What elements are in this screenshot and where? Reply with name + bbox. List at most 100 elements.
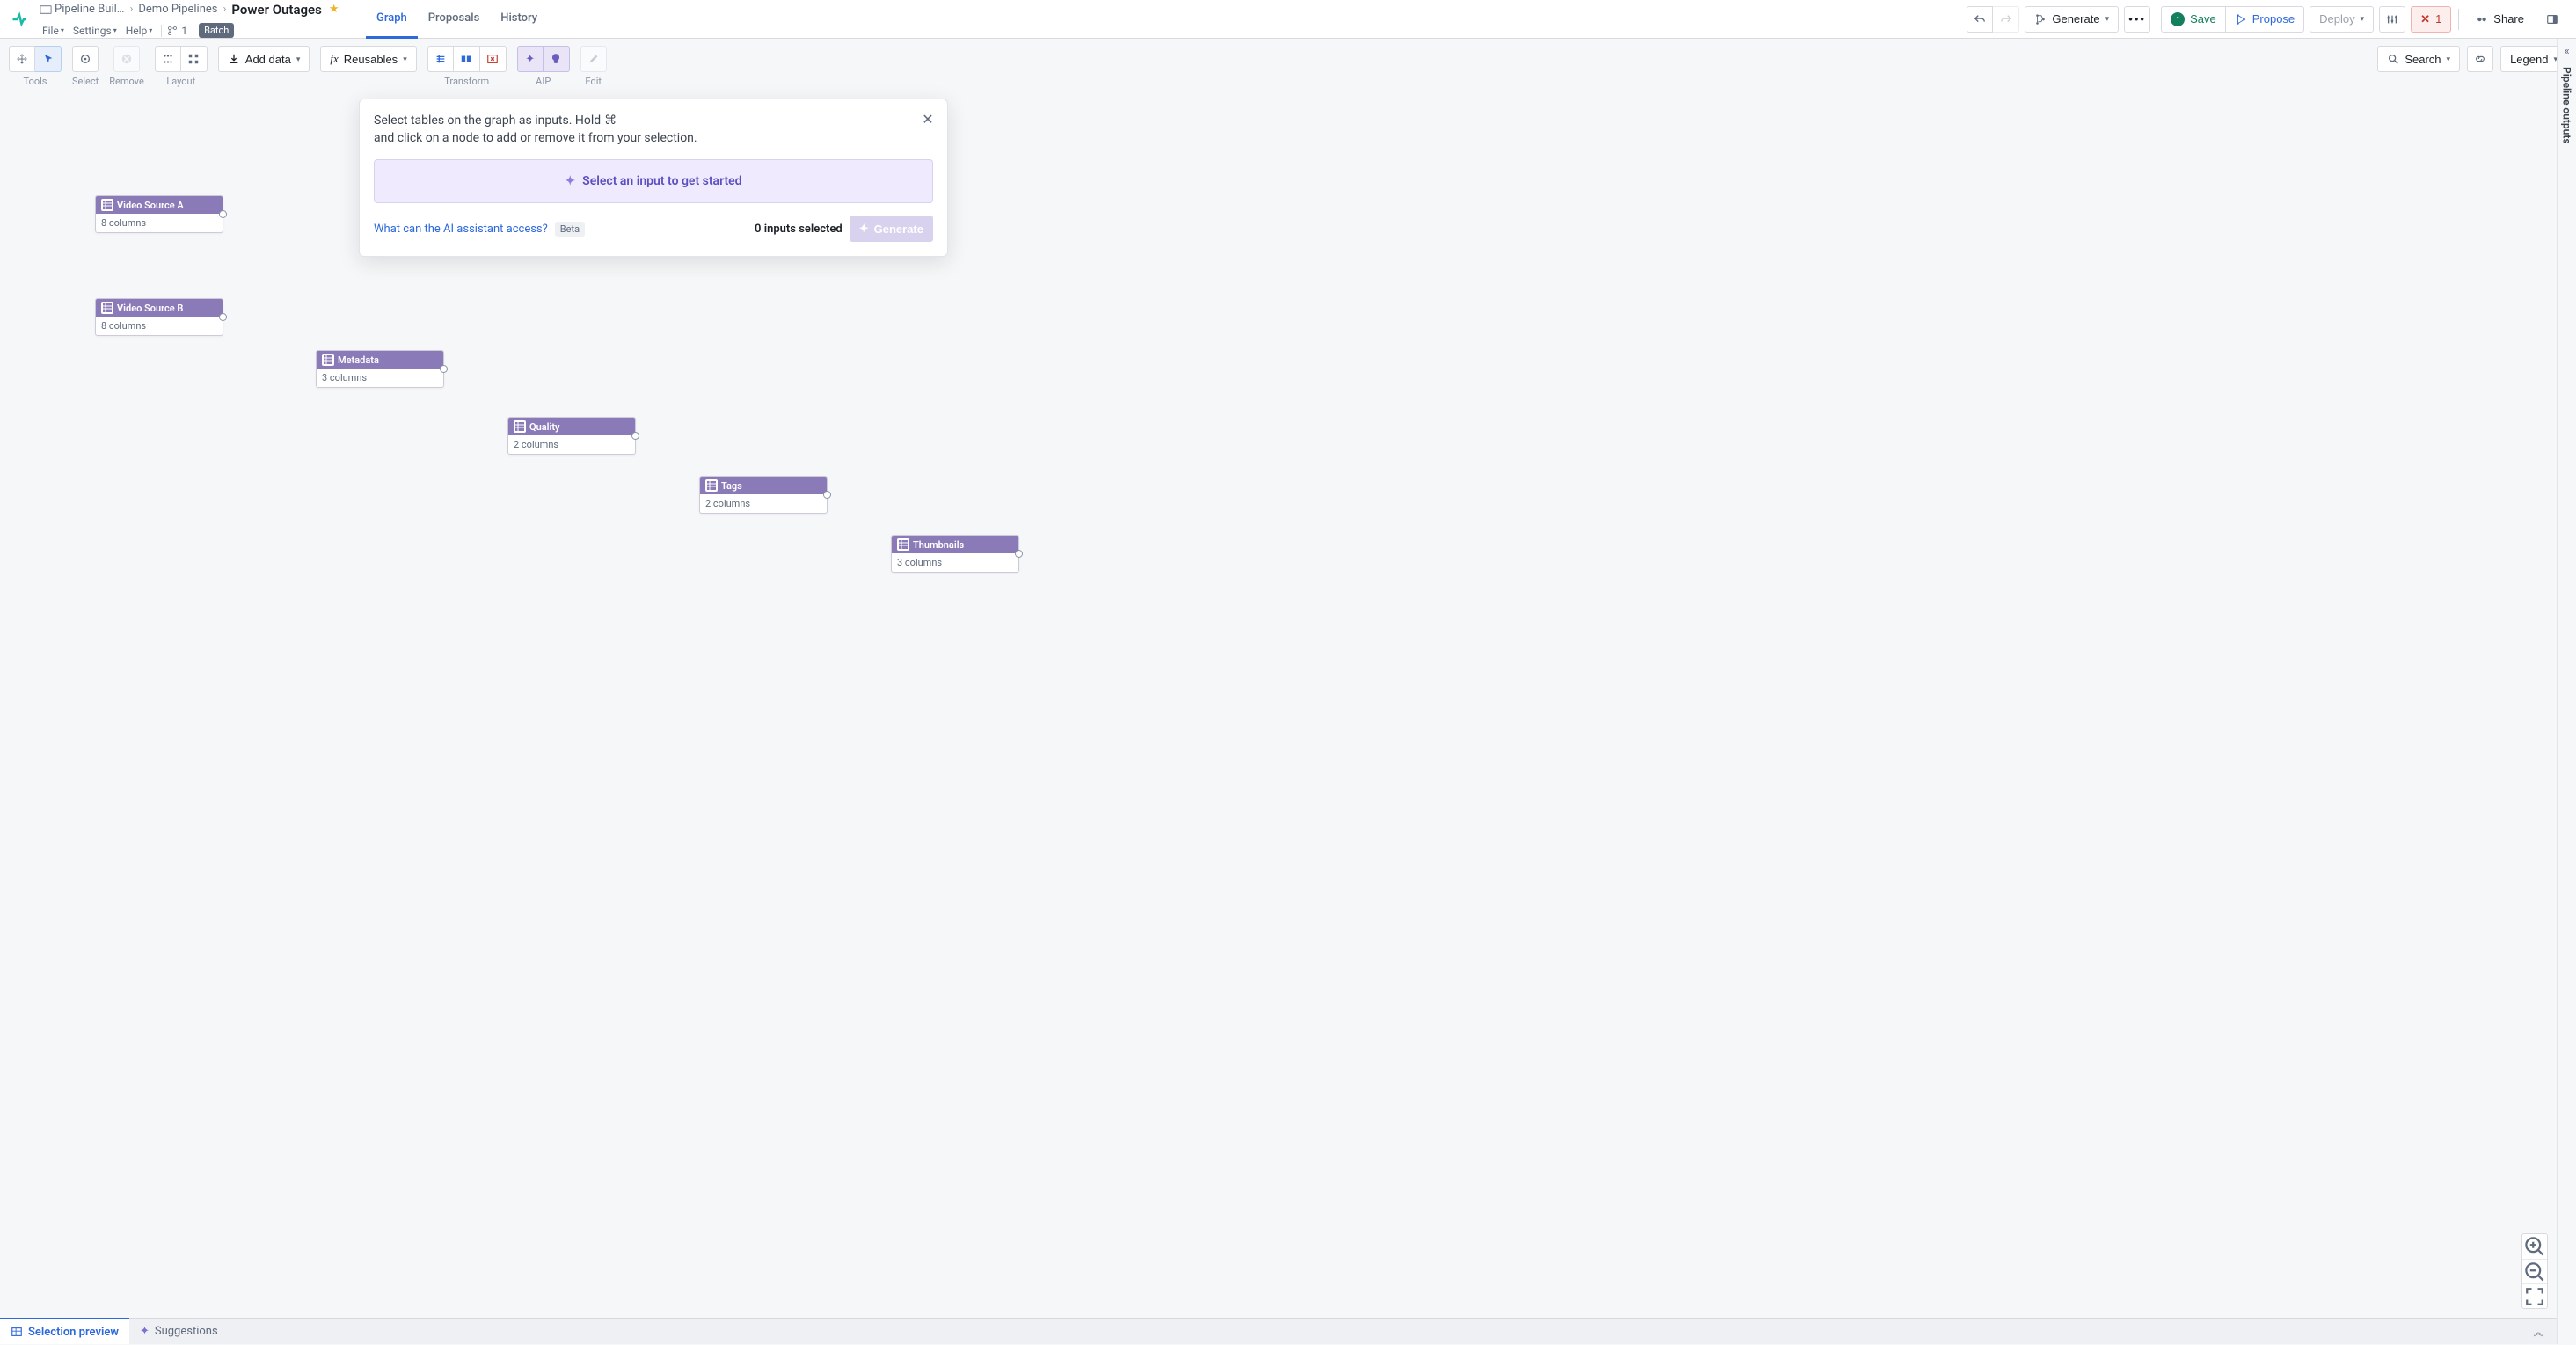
add-data-button[interactable]: Add data ▾	[218, 46, 310, 72]
toolgroup-edit: Edit	[580, 46, 607, 87]
beta-chip: Beta	[555, 222, 585, 237]
bottom-expand-button[interactable]: ︽	[2527, 1320, 2550, 1343]
graph-node-thumbnails[interactable]: Thumbnails3 columns	[891, 535, 1019, 573]
node-subtitle: 2 columns	[700, 494, 827, 513]
node-header[interactable]: Quality	[508, 418, 635, 435]
node-header[interactable]: Thumbnails	[892, 536, 1018, 553]
menu-settings[interactable]: Settings▾	[69, 23, 120, 39]
zoom-in-button[interactable]	[2522, 1234, 2547, 1259]
zoom-out-button[interactable]	[2522, 1259, 2547, 1283]
sparkle-icon: ✦	[859, 222, 869, 236]
star-icon[interactable]: ★	[329, 3, 339, 16]
node-output-port[interactable]	[219, 210, 227, 218]
errors-button[interactable]: ✕ 1	[2411, 6, 2451, 33]
breadcrumb-folder[interactable]: Demo Pipelines	[136, 0, 219, 19]
tab-graph[interactable]: Graph	[366, 0, 418, 39]
search-icon	[2387, 53, 2399, 65]
node-subtitle: 8 columns	[96, 214, 223, 232]
settings-grid-button[interactable]	[2379, 6, 2405, 33]
layout-grid-button[interactable]	[181, 46, 208, 72]
layout-auto-button[interactable]	[155, 46, 181, 72]
popover-close-button[interactable]: ✕	[917, 108, 938, 129]
graph-node-video-source-b[interactable]: Video Source B8 columns	[95, 298, 223, 336]
deploy-button[interactable]: Deploy ▾	[2310, 6, 2374, 33]
undo-icon	[1974, 13, 1986, 26]
toolgroup-transform: Transform	[427, 46, 507, 87]
transform-b-button[interactable]	[454, 46, 480, 72]
app-logo[interactable]	[5, 5, 33, 33]
reusables-button[interactable]: fx Reusables ▾	[320, 46, 416, 72]
toolgroup-remove: Remove	[109, 46, 144, 87]
share-button[interactable]: Share	[2466, 6, 2534, 33]
node-output-port[interactable]	[440, 365, 448, 373]
transform-a-button[interactable]	[427, 46, 454, 72]
folder-icon	[39, 3, 53, 17]
undo-button[interactable]	[1967, 6, 1993, 33]
branch-icon	[167, 26, 178, 36]
tab-proposals[interactable]: Proposals	[418, 0, 491, 39]
batch-chip[interactable]: Batch	[199, 23, 234, 38]
remove-button[interactable]	[113, 46, 140, 72]
redo-button[interactable]	[1993, 6, 2019, 33]
header-actions: Generate ▾ ••• ↑ Save Propose Deploy ▾ ✕…	[1967, 6, 2571, 33]
graph-node-video-source-a[interactable]: Video Source A8 columns	[95, 195, 223, 233]
panel-toggle-button[interactable]	[2539, 6, 2565, 33]
canvas-area: Video Source A8 columnsVideo Source B8 c…	[0, 88, 2557, 1318]
toolgroup-label: Edit	[585, 76, 602, 87]
node-title: Quality	[529, 421, 560, 433]
ai-access-link[interactable]: What can the AI assistant access?	[374, 223, 548, 236]
graph-node-quality[interactable]: Quality2 columns	[507, 417, 636, 455]
transform-icon	[434, 53, 447, 65]
rail-collapse-button[interactable]: «	[2558, 39, 2576, 63]
function-icon: fx	[330, 52, 338, 66]
node-output-port[interactable]	[631, 432, 639, 440]
link-view-button[interactable]	[2467, 46, 2493, 72]
menu-help[interactable]: Help▾	[122, 23, 157, 39]
node-title: Tags	[721, 480, 742, 492]
graph-node-metadata[interactable]: Metadata3 columns	[316, 350, 444, 388]
tab-history[interactable]: History	[490, 0, 548, 39]
graph-node-tags[interactable]: Tags 2 columns	[699, 476, 828, 514]
breadcrumb-title: Power Outages	[230, 0, 323, 21]
popover-generate-button[interactable]: ✦ Generate	[850, 216, 933, 242]
zoom-fit-button[interactable]	[2522, 1283, 2547, 1308]
aip-idea-button[interactable]	[544, 46, 570, 72]
pan-tool-button[interactable]	[9, 46, 35, 72]
chevron-right-icon: ›	[126, 3, 136, 16]
zoom-in-icon	[2522, 1234, 2547, 1259]
bottom-tab-selection-preview[interactable]: Selection preview	[0, 1318, 129, 1344]
node-header[interactable]: Video Source A	[96, 196, 223, 214]
aip-sparkle-button[interactable]: ✦	[517, 46, 544, 72]
branch-indicator[interactable]: 1	[167, 25, 187, 37]
table-icon	[101, 302, 113, 314]
breadcrumb-root[interactable]: Pipeline Buil…	[53, 0, 126, 19]
generate-button[interactable]: Generate ▾	[2025, 6, 2119, 33]
node-header[interactable]: Metadata	[317, 351, 443, 369]
app-header: Pipeline Buil… › Demo Pipelines › Power …	[0, 0, 2576, 39]
edit-button[interactable]	[580, 46, 607, 72]
table-x-icon	[486, 53, 499, 65]
transform-c-button[interactable]	[480, 46, 507, 72]
search-button[interactable]: Search ▾	[2377, 46, 2460, 72]
node-header[interactable]: Video Source B	[96, 299, 223, 317]
download-icon	[228, 53, 240, 65]
menu-file[interactable]: File▾	[39, 23, 68, 39]
toolgroup-label: Select	[72, 76, 99, 87]
bottom-tab-suggestions[interactable]: ✦ Suggestions	[129, 1319, 229, 1345]
rail-pipeline-outputs[interactable]: Pipeline outputs	[2561, 67, 2573, 144]
node-output-port[interactable]	[823, 491, 831, 499]
toolgroup-label: Tools	[24, 76, 47, 87]
node-header[interactable]: Tags	[700, 477, 827, 494]
graph-canvas[interactable]: Video Source A8 columnsVideo Source B8 c…	[0, 88, 2557, 1318]
target-icon	[79, 53, 91, 65]
more-button[interactable]: •••	[2124, 6, 2150, 33]
node-output-port[interactable]	[1015, 550, 1023, 558]
toolbar: Tools Select Remove Layout Add data ▾ fx…	[0, 39, 2576, 87]
node-output-port[interactable]	[219, 313, 227, 321]
select-tool-button[interactable]	[35, 46, 62, 72]
pipeline-logo-icon	[11, 11, 28, 28]
save-button[interactable]: ↑ Save	[2161, 6, 2226, 33]
target-select-button[interactable]	[72, 46, 99, 72]
popover-starter[interactable]: ✦ Select an input to get started	[374, 159, 933, 203]
propose-button[interactable]: Propose	[2226, 6, 2304, 33]
